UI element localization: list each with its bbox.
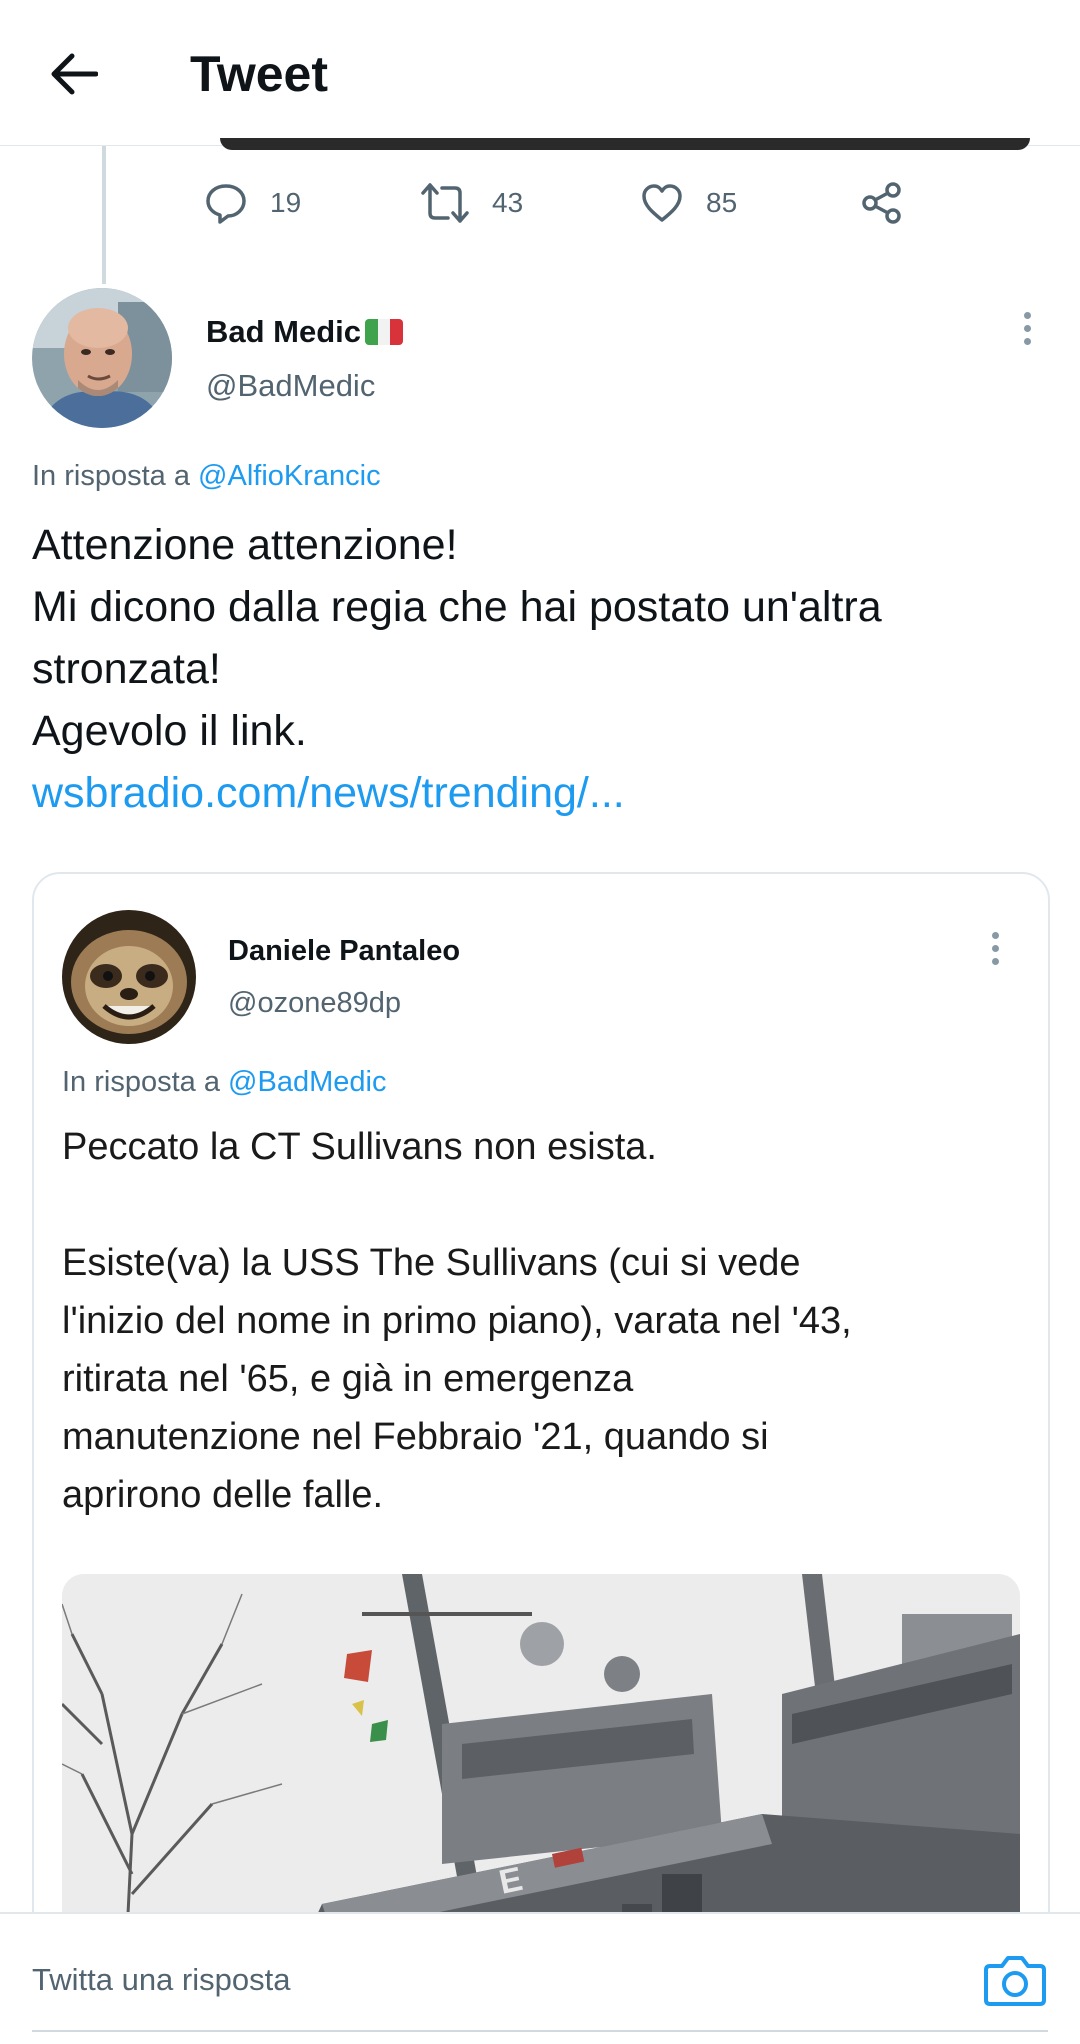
tweet-link[interactable]: wsbradio.com/news/trending/... bbox=[32, 762, 1042, 824]
reply-context: In risposta a @AlfioKrancic bbox=[32, 460, 381, 492]
tweet-text: Attenzione attenzione! Mi dicono dalla r… bbox=[32, 514, 1042, 824]
quoted-line bbox=[62, 1176, 1022, 1234]
quoted-reply-context: In risposta a @BadMedic bbox=[62, 1066, 387, 1098]
reply-input[interactable]: Twitta una risposta bbox=[32, 1958, 290, 2002]
tweet-line: Agevolo il link. bbox=[32, 707, 307, 755]
tweet-line: stronzata! bbox=[32, 645, 221, 693]
quoted-tweet-text: Peccato la CT Sullivans non esista. Esis… bbox=[62, 1118, 1022, 1524]
page-title: Tweet bbox=[190, 46, 328, 102]
quoted-line: manutenzione nel Febbraio '21, quando si bbox=[62, 1416, 769, 1458]
quoted-line: l'inizio del nome in primo piano), varat… bbox=[62, 1300, 852, 1342]
reply-bar: Twitta una risposta bbox=[0, 1912, 1080, 2044]
author-name[interactable]: Bad Medic bbox=[206, 312, 404, 352]
back-arrow-icon[interactable] bbox=[44, 44, 104, 104]
more-icon[interactable] bbox=[992, 932, 999, 965]
retweet-icon bbox=[421, 183, 469, 223]
retweet-count: 43 bbox=[492, 187, 524, 218]
reply-icon bbox=[206, 184, 246, 224]
more-icon[interactable] bbox=[1024, 312, 1031, 345]
quoted-tweet-card[interactable]: Daniele Pantaleo @ozone89dp In risposta … bbox=[32, 872, 1050, 2032]
avatar[interactable] bbox=[62, 910, 196, 1044]
previous-tweet-image[interactable] bbox=[220, 138, 1030, 150]
tweet-line: Attenzione attenzione! bbox=[32, 521, 458, 569]
reply-mention-link[interactable]: @AlfioKrancic bbox=[198, 460, 381, 492]
quoted-line: Peccato la CT Sullivans non esista. bbox=[62, 1126, 657, 1168]
share-button[interactable] bbox=[860, 176, 926, 230]
quoted-author-name[interactable]: Daniele Pantaleo bbox=[228, 932, 460, 970]
reply-count: 19 bbox=[270, 187, 302, 218]
reply-mention-link[interactable]: @BadMedic bbox=[228, 1066, 386, 1098]
avatar[interactable] bbox=[32, 288, 172, 428]
camera-icon[interactable] bbox=[984, 1952, 1046, 2008]
like-count: 85 bbox=[706, 187, 738, 218]
header: Tweet bbox=[0, 0, 1080, 146]
author-handle[interactable]: @BadMedic bbox=[206, 366, 375, 406]
quoted-line: ritirata nel '65, e già in emergenza bbox=[62, 1358, 634, 1400]
quoted-line: aprirono delle falle. bbox=[62, 1474, 384, 1516]
retweet-button[interactable]: 43 bbox=[420, 176, 523, 230]
thread-line bbox=[102, 146, 106, 284]
previous-tweet-actions: 19 43 85 bbox=[204, 176, 924, 230]
like-button[interactable]: 85 bbox=[640, 176, 737, 230]
quoted-line: Esiste(va) la USS The Sullivans (cui si … bbox=[62, 1242, 801, 1284]
share-icon bbox=[862, 182, 901, 224]
quoted-author-handle[interactable]: @ozone89dp bbox=[228, 984, 401, 1022]
italy-flag-icon bbox=[365, 319, 404, 345]
reply-button[interactable]: 19 bbox=[204, 176, 301, 230]
divider bbox=[32, 2030, 1048, 2032]
tweet-line: Mi dicono dalla regia che hai postato un… bbox=[32, 583, 882, 631]
like-icon bbox=[642, 184, 682, 222]
